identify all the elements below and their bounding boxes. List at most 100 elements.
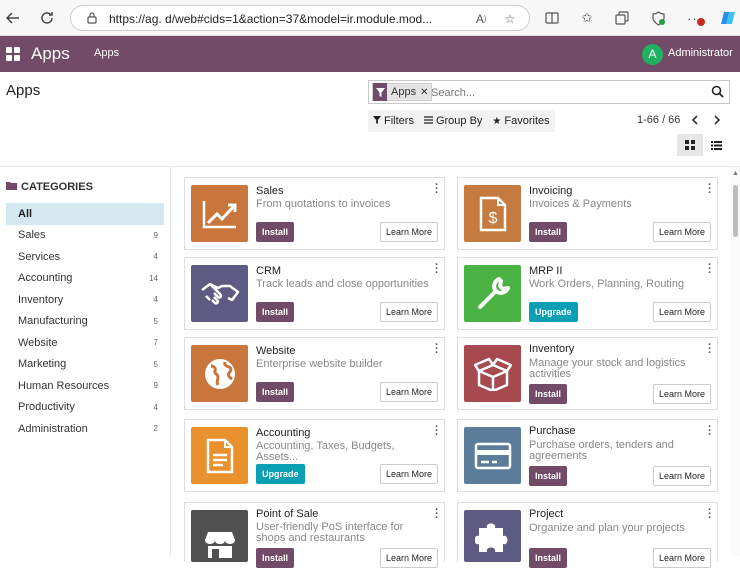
document-icon [191,427,248,484]
app-card-inventory: Inventory Manage your stock and logistic… [457,337,718,410]
upgrade-button[interactable]: Upgrade [256,464,305,484]
search-facet: Apps ✕ [372,83,433,101]
favorite-star-icon[interactable]: ☆ [502,11,518,27]
invoice-icon: $ [464,185,521,242]
learn-more-button[interactable]: Learn More [652,548,711,568]
wrench-icon [464,265,521,322]
category-item-productivity[interactable]: Productivity 4 [6,397,164,419]
pager-value[interactable]: 1-66 / 66 [637,114,680,126]
app-summary: From quotations to invoices [256,198,391,210]
install-button[interactable]: Install [529,466,568,486]
user-menu[interactable]: Administrator [668,47,733,59]
category-item-manufacturing[interactable]: Manufacturing 5 [6,311,164,333]
app-title[interactable]: Invoicing [529,185,572,197]
browser-essentials-icon[interactable] [649,9,667,27]
search-icon[interactable] [711,85,724,98]
split-screen-icon[interactable] [543,9,561,27]
app-summary: Track leads and close opportunities [256,278,429,290]
app-summary: Enterprise website builder [256,358,383,370]
category-item-website[interactable]: Website 7 [6,332,164,354]
facet-label: Apps [391,86,417,98]
user-avatar[interactable]: A [642,44,663,65]
category-item-sales[interactable]: Sales 9 [6,225,164,247]
address-bar[interactable]: https://ag. d/web#cids=1&action=37&model… [70,5,530,31]
learn-more-button[interactable]: Learn More [379,382,438,402]
learn-more-button[interactable]: Learn More [379,464,438,484]
card-menu-icon[interactable]: · · · [435,505,439,524]
learn-more-button[interactable]: Learn More [652,222,711,242]
app-title[interactable]: CRM [256,265,281,277]
card-menu-icon[interactable]: · · · [435,340,439,359]
install-button[interactable]: Install [256,222,295,242]
collections-icon[interactable] [613,9,631,27]
filter-funnel-icon [373,83,387,101]
more-options-icon[interactable]: ··· [686,9,705,27]
category-item-services[interactable]: Services 4 [6,246,164,268]
app-brand[interactable]: Apps [31,44,70,64]
learn-more-button[interactable]: Learn More [652,302,711,322]
app-title[interactable]: Inventory [529,343,574,355]
learn-more-button[interactable]: Learn More [652,466,711,486]
card-menu-icon[interactable]: · · · [708,260,712,279]
app-summary: Accounting, Taxes, Budgets, Assets... [256,440,395,463]
category-item-inventory[interactable]: Inventory 4 [6,289,164,311]
install-button[interactable]: Install [256,548,295,568]
upgrade-button[interactable]: Upgrade [529,302,578,322]
install-button[interactable]: Install [529,548,568,568]
card-menu-icon[interactable]: · · · [708,422,712,441]
card-menu-icon[interactable]: · · · [435,180,439,199]
learn-more-button[interactable]: Learn More [652,384,711,404]
globe-icon [191,345,248,402]
shop-icon [191,510,248,562]
content-scrollbar[interactable]: ▲ [731,167,740,556]
category-item-human-resources[interactable]: Human Resources 9 [6,375,164,397]
scroll-thumb[interactable] [733,185,738,237]
search-input[interactable] [431,84,701,101]
learn-more-button[interactable]: Learn More [379,548,438,568]
app-title[interactable]: MRP II [529,265,562,277]
favorites-button[interactable]: ★ Favorites [487,110,554,132]
star-icon: ★ [492,115,502,127]
list-view-icon[interactable] [703,134,729,156]
app-menu-grid-icon[interactable] [6,47,20,61]
install-button[interactable]: Install [529,384,568,404]
learn-more-button[interactable]: Learn More [379,222,438,242]
filters-button[interactable]: Filters [368,110,419,132]
install-button[interactable]: Install [256,382,295,402]
app-title[interactable]: Purchase [529,425,575,437]
category-item-marketing[interactable]: Marketing 5 [6,354,164,376]
scroll-up-arrow-icon[interactable]: ▲ [732,170,739,177]
install-button[interactable]: Install [256,302,295,322]
card-menu-icon[interactable]: · · · [708,340,712,359]
app-title[interactable]: Sales [256,185,284,197]
kanban-view-icon[interactable] [677,134,703,156]
app-card-purchase: Purchase Purchase orders, tenders and ag… [457,419,718,492]
category-item-accounting[interactable]: Accounting 14 [6,268,164,290]
learn-more-button[interactable]: Learn More [379,302,438,322]
pager-next-icon[interactable] [709,111,725,129]
app-title[interactable]: Website [256,345,296,357]
category-item-all[interactable]: All [6,203,164,225]
app-title[interactable]: Project [529,508,563,520]
card-menu-icon[interactable]: · · · [708,505,712,524]
app-title[interactable]: Accounting [256,427,310,439]
copilot-icon[interactable] [719,9,737,27]
lock-icon [85,11,99,25]
facet-remove-icon[interactable]: ✕ [420,87,431,98]
app-title[interactable]: Point of Sale [256,508,318,520]
card-menu-icon[interactable]: · · · [435,260,439,279]
read-aloud-icon[interactable]: A) [473,11,489,27]
app-card-accounting: Accounting Accounting, Taxes, Budgets, A… [184,419,445,492]
back-arrow-icon[interactable] [3,8,23,28]
group-by-button[interactable]: Group By [419,110,487,132]
menu-item-apps[interactable]: Apps [94,47,119,59]
install-button[interactable]: Install [529,222,568,242]
category-item-administration[interactable]: Administration 2 [6,418,164,440]
card-menu-icon[interactable]: · · · [708,180,712,199]
pager-previous-icon[interactable] [687,111,703,129]
search-options: Filters Group By ★ Favorites [368,110,555,132]
card-menu-icon[interactable]: · · · [435,422,439,441]
favorites-icon[interactable]: ✩ [578,9,596,27]
handshake-icon [191,265,248,322]
refresh-icon[interactable] [37,8,57,28]
